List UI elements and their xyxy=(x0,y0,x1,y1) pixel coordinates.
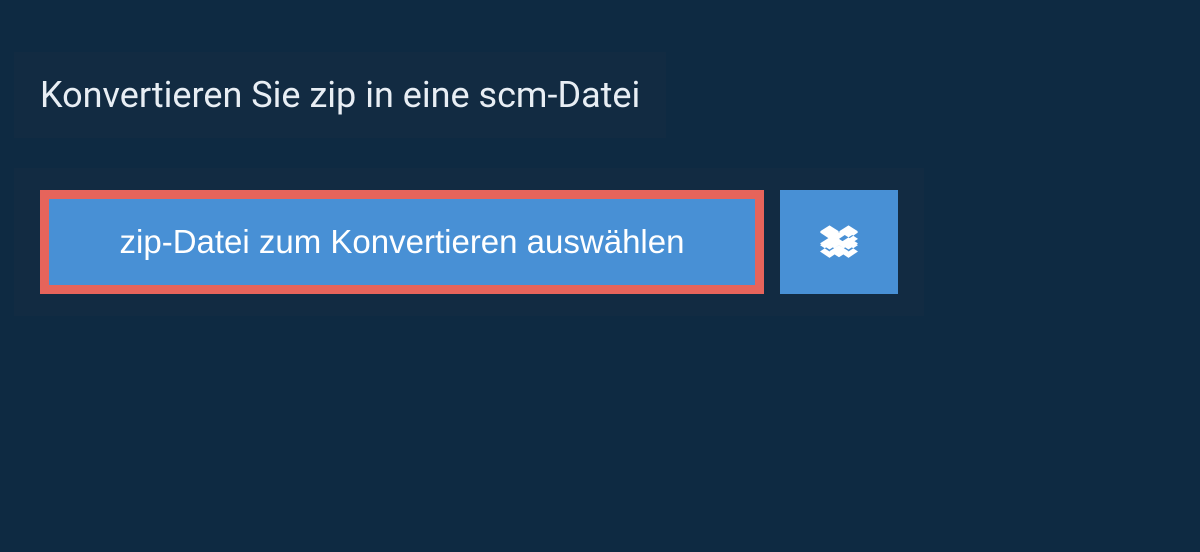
dropbox-icon xyxy=(820,223,858,261)
select-file-button[interactable]: zip-Datei zum Konvertieren auswählen xyxy=(40,190,764,294)
select-file-label: zip-Datei zum Konvertieren auswählen xyxy=(120,223,685,261)
page-title: Konvertieren Sie zip in eine scm-Datei xyxy=(40,74,640,116)
title-bar: Konvertieren Sie zip in eine scm-Datei xyxy=(14,52,666,138)
upload-panel: zip-Datei zum Konvertieren auswählen xyxy=(14,168,924,316)
dropbox-button[interactable] xyxy=(780,190,898,294)
